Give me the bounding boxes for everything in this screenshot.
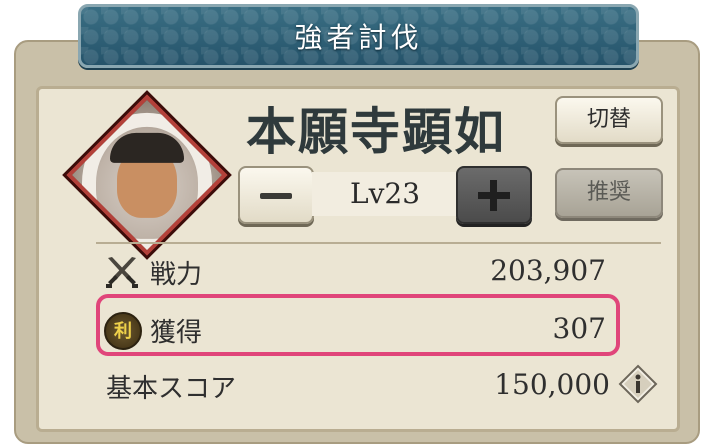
recommend-button[interactable]: 推奨: [555, 168, 663, 218]
general-name: 本願寺顕如: [246, 102, 506, 161]
portrait-frame: [66, 94, 228, 256]
minus-icon: [260, 193, 292, 199]
divider: [96, 242, 661, 244]
power-value: 203,907: [490, 254, 606, 287]
gain-value: 307: [552, 312, 606, 345]
base-score-value: 150,000: [494, 368, 610, 401]
title-banner: 強者討伐: [78, 4, 639, 68]
switch-button[interactable]: 切替: [555, 96, 663, 144]
portrait-image: [66, 94, 228, 256]
power-label: 戦力: [150, 260, 203, 290]
level-display: Lv23: [312, 172, 458, 216]
banner-title: 強者討伐: [294, 21, 423, 54]
crossed-swords-icon: [106, 257, 138, 288]
plus-icon-vertical: [490, 180, 497, 211]
base-score-label: 基本スコア: [106, 374, 237, 404]
info-icon[interactable]: [618, 364, 658, 404]
portrait-helmet: [110, 132, 184, 163]
coin-glyph: 利: [114, 321, 132, 342]
level-increase-button[interactable]: [456, 166, 532, 224]
general-portrait[interactable]: [66, 94, 228, 256]
gain-label: 獲得: [150, 318, 203, 348]
coin-icon: 利: [104, 312, 142, 350]
level-decrease-button[interactable]: [238, 166, 314, 224]
